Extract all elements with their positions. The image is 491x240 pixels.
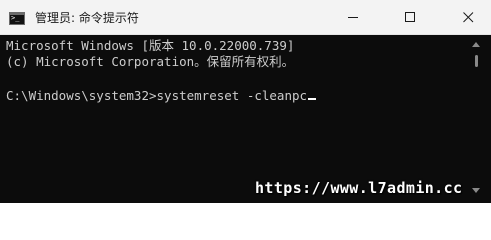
title-bar[interactable]: >_ 管理员: 命令提示符 bbox=[0, 0, 491, 35]
vertical-scrollbar[interactable] bbox=[466, 35, 491, 203]
cmd-icon[interactable]: >_ bbox=[9, 12, 25, 25]
minimize-button[interactable] bbox=[330, 0, 376, 34]
minimize-icon bbox=[348, 17, 358, 18]
console-output[interactable]: Microsoft Windows [版本 10.0.22000.739] (c… bbox=[0, 35, 466, 203]
command-prompt-window: >_ 管理员: 命令提示符 Microsoft Windows [版本 10.0… bbox=[0, 0, 491, 203]
close-button[interactable] bbox=[445, 0, 491, 34]
console-line-command[interactable]: C:\Windows\system32>systemreset -cleanpc bbox=[6, 87, 317, 104]
close-icon bbox=[463, 12, 474, 23]
scroll-down-arrow-icon[interactable] bbox=[471, 186, 481, 194]
console-line-copyright: (c) Microsoft Corporation。保留所有权利。 bbox=[6, 54, 295, 69]
command-input[interactable]: C:\Windows\system32>systemreset -cleanpc bbox=[6, 88, 307, 103]
maximize-icon bbox=[405, 12, 415, 22]
console-line-version: Microsoft Windows [版本 10.0.22000.739] bbox=[6, 38, 295, 53]
maximize-button[interactable] bbox=[387, 0, 433, 34]
window-title: 管理员: 命令提示符 bbox=[35, 11, 139, 25]
watermark-text: https://www.l7admin.cc bbox=[255, 179, 463, 197]
scroll-up-arrow-icon[interactable] bbox=[471, 41, 481, 49]
cmd-icon-glyph: >_ bbox=[11, 14, 20, 22]
scrollbar-thumb[interactable] bbox=[475, 55, 478, 67]
text-cursor bbox=[308, 98, 317, 100]
